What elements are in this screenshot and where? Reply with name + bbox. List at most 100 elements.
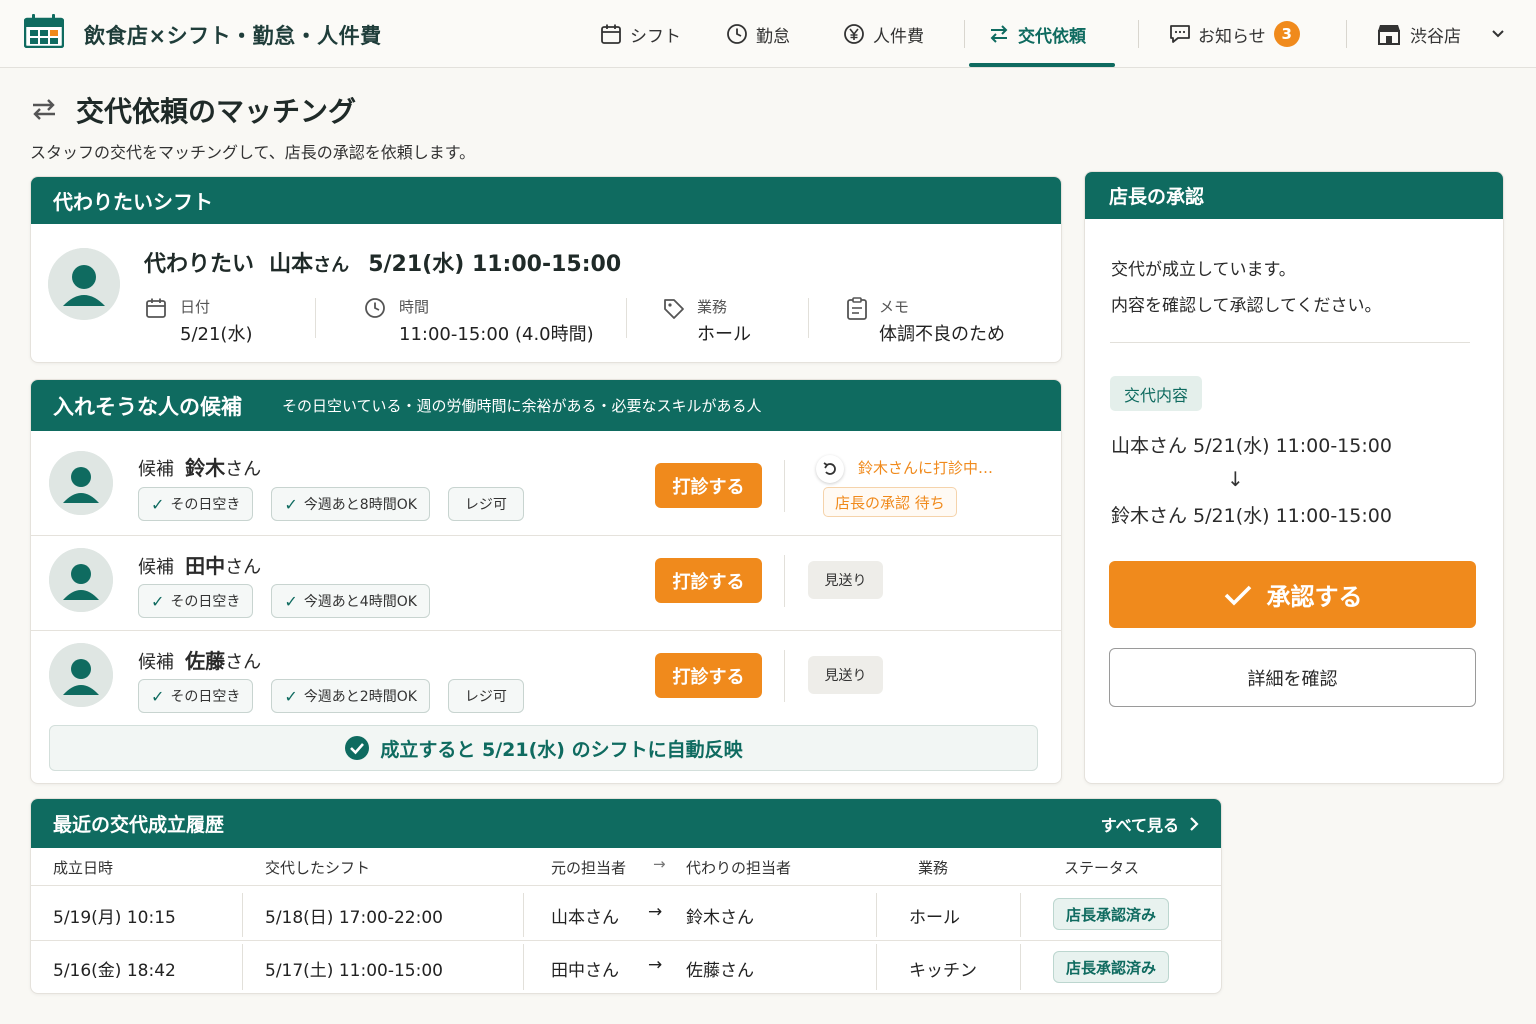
cell-divider	[242, 944, 243, 990]
tag-text: 今週あと4時間OK	[303, 594, 417, 610]
nav-active-indicator	[969, 63, 1115, 67]
avatar	[49, 451, 113, 515]
nav-divider	[1346, 20, 1347, 48]
nav-swap-label: 交代依頼	[1018, 26, 1086, 47]
cell-divider	[523, 893, 524, 937]
candidate-honorific: さん	[225, 557, 262, 578]
chat-icon	[1168, 23, 1190, 45]
check-icon: ✓	[284, 686, 298, 706]
tag-chip: ✓ 今週あと8時間OK	[271, 487, 430, 521]
store-selector[interactable]: 渋谷店	[1376, 0, 1505, 68]
skill-chip: レジ可	[447, 487, 524, 521]
approval-waiting-badge: 店長の承認 待ち	[823, 487, 957, 517]
candidate-name: 候補 鈴木さん	[138, 452, 261, 481]
history-datetime: 5/16(金) 18:42	[53, 961, 176, 981]
status-badge: 店長承認済み	[1053, 951, 1170, 983]
candidate-name: 候補 佐藤さん	[138, 645, 261, 674]
tag-chip: ✓ 今週あと2時間OK	[271, 679, 430, 713]
col-arrow: →	[653, 855, 666, 873]
candidates-card: 入れそうな人の候補 その日空いている・週の労働時間に余裕がある・必要なスキルがあ…	[30, 379, 1062, 784]
store-icon	[1376, 23, 1402, 45]
approve-button[interactable]: 承認する	[1109, 561, 1476, 628]
row-divider	[784, 555, 785, 607]
chevron-down-icon	[1491, 27, 1505, 41]
auto-reflect-notice: 成立すると 5/21(水) のシフトに自動反映	[49, 725, 1038, 771]
history-shift: 5/17(土) 11:00-15:00	[265, 961, 443, 981]
nav-swap[interactable]: 交代依頼	[988, 0, 1086, 68]
check-icon: ✓	[284, 591, 298, 611]
candidate-name: 候補 田中さん	[138, 550, 261, 579]
approval-message-1: 交代が成立しています。	[1111, 260, 1296, 280]
swap-to-line: 鈴木さん 5/21(水) 11:00-15:00	[1111, 505, 1392, 527]
candidate-honorific: さん	[225, 652, 262, 673]
clock-icon	[364, 297, 386, 319]
time-value: 11:00-15:00 (4.0時間)	[399, 324, 594, 345]
ask-button[interactable]: 打診する	[655, 463, 762, 508]
approval-divider	[1110, 342, 1470, 343]
nav-labor-cost[interactable]: 人件費	[843, 0, 924, 68]
tag-icon	[662, 297, 686, 321]
candidates-heading: 入れそうな人の候補	[53, 394, 242, 419]
tag-chip: ✓ その日空き	[138, 679, 254, 713]
nav-labor-cost-label: 人件費	[873, 26, 924, 47]
history-arrow: →	[648, 902, 663, 922]
memo-icon	[846, 297, 868, 321]
undo-icon[interactable]	[816, 455, 844, 483]
detail-button[interactable]: 詳細を確認	[1109, 648, 1476, 707]
candidate-name-text: 佐藤	[185, 649, 226, 673]
nav-divider	[964, 20, 965, 48]
request-card-header: 代わりたいシフト	[31, 177, 1061, 224]
role-label: 業務	[697, 298, 728, 316]
clock-icon	[726, 23, 748, 45]
cell-divider	[876, 893, 877, 937]
check-icon: ✓	[151, 591, 165, 611]
check-icon: ✓	[151, 686, 165, 706]
field-divider	[808, 298, 809, 338]
col-role: 業務	[918, 859, 949, 877]
page-subtitle: スタッフの交代をマッチングして、店長の承認を依頼します。	[30, 143, 476, 162]
candidate-prefix: 候補	[138, 557, 174, 578]
pass-button[interactable]: 見送り	[808, 656, 883, 694]
app-title: 飲食店×シフト・勤怠・人件費	[84, 24, 382, 48]
calendar-icon	[600, 23, 622, 45]
check-circle-icon	[344, 735, 370, 761]
history-heading: 最近の交代成立履歴	[53, 814, 225, 836]
history-to: 佐藤さん	[686, 961, 754, 981]
tag-text: その日空き	[170, 689, 241, 705]
ask-button[interactable]: 打診する	[655, 653, 762, 698]
candidate-prefix: 候補	[138, 652, 174, 673]
cell-divider	[1020, 944, 1021, 990]
field-divider	[315, 298, 316, 338]
col-status: ステータス	[1064, 859, 1140, 877]
history-to: 鈴木さん	[686, 908, 754, 928]
approval-message-2: 内容を確認して承認してください。	[1111, 296, 1382, 316]
nav-attendance[interactable]: 勤怠	[726, 0, 790, 68]
tag-chip: ✓ 今週あと4時間OK	[271, 584, 430, 618]
row-separator	[31, 535, 1061, 536]
skill-chip: レジ可	[447, 679, 524, 713]
field-divider	[626, 298, 627, 338]
see-all-link[interactable]: すべて見る	[1101, 812, 1199, 836]
candidate-honorific: さん	[225, 459, 262, 480]
candidates-card-header: 入れそうな人の候補 その日空いている・週の労働時間に余裕がある・必要なスキルがあ…	[31, 380, 1061, 431]
asking-status: 鈴木さんに打診中…	[858, 459, 994, 477]
ask-button[interactable]: 打診する	[655, 558, 762, 603]
nav-attendance-label: 勤怠	[756, 26, 790, 47]
approval-card-header: 店長の承認	[1085, 172, 1503, 219]
candidate-prefix: 候補	[138, 459, 174, 480]
date-value: 5/21(水)	[180, 324, 253, 345]
candidate-tags: ✓ その日空き ✓ 今週あと2時間OK レジ可	[138, 679, 524, 713]
nav-divider	[1138, 20, 1139, 48]
request-summary: 代わりたい 山本さん 5/21(水) 11:00-15:00	[144, 246, 621, 278]
nav-shift[interactable]: シフト	[600, 0, 681, 68]
cell-divider	[523, 944, 524, 990]
page-title: 交代依頼のマッチング	[76, 95, 357, 128]
check-icon	[1223, 583, 1253, 607]
pass-button[interactable]: 見送り	[808, 561, 883, 599]
swap-arrow: ↓	[1227, 467, 1244, 491]
col-datetime: 成立日時	[53, 859, 114, 877]
tag-text: 今週あと8時間OK	[303, 497, 417, 513]
approve-button-label: 承認する	[1266, 583, 1363, 611]
nav-notice[interactable]: お知らせ 3	[1168, 0, 1300, 68]
cell-divider	[242, 893, 243, 937]
